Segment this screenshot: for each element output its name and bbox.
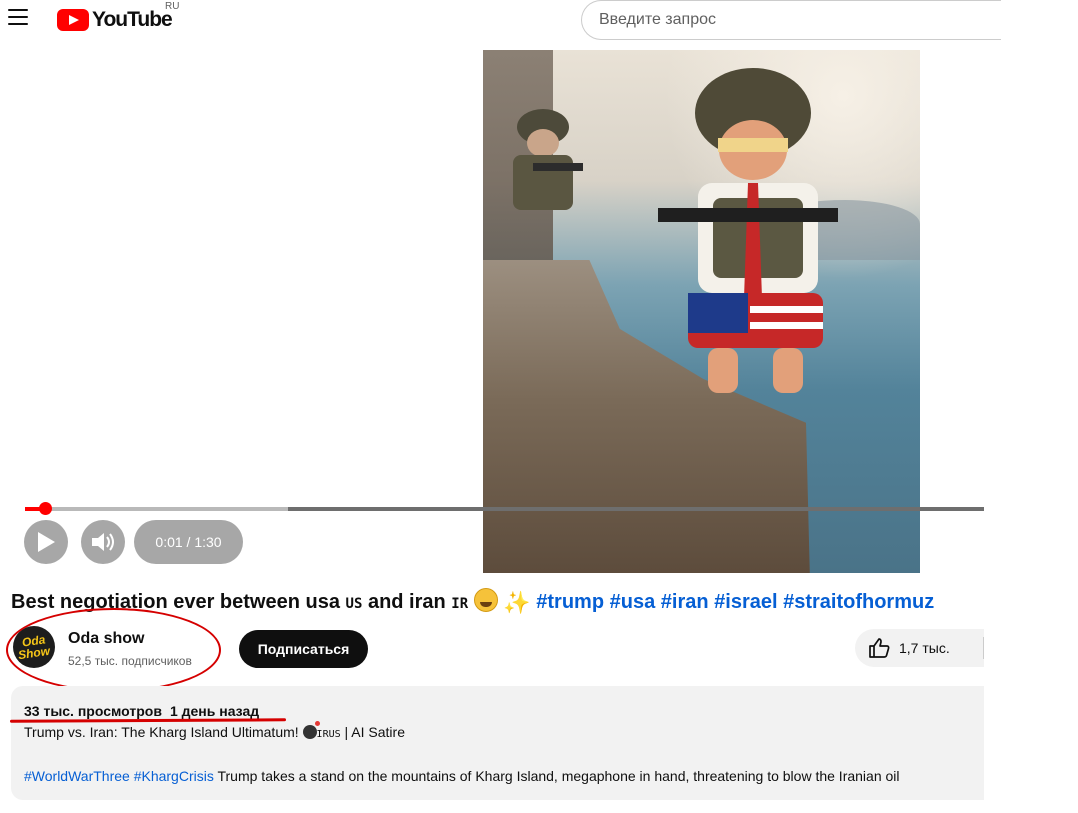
hashtag-link[interactable]: #usa [610,591,656,613]
search-input[interactable]: Введите запрос [581,0,1001,40]
video-figure-left [513,109,583,210]
video-figure-main [658,68,838,393]
logo-text: YouTube [92,8,173,31]
laughing-emoji-icon [473,588,498,612]
hashtag-link[interactable]: #iran [661,591,709,613]
thumbs-up-icon [869,638,890,658]
description-flags: IRUS [316,729,341,740]
description-line-2: #WorldWarThree #KhargCrisis Trump takes … [24,768,984,784]
channel-name[interactable]: Oda show [68,630,144,648]
description-text-c: Trump takes a stand on the mountains of … [213,768,900,784]
video-player[interactable]: 0:01 / 1:30 [0,42,984,582]
description-text-a: Trump vs. Iran: The Kharg Island Ultimat… [24,724,303,740]
country-code: RU [165,1,180,12]
progress-bar[interactable] [25,502,984,515]
description-box[interactable]: 33 тыс. просмотров 1 день назад Trump vs.… [11,686,984,800]
title-text-2: and iran [362,591,452,613]
search-placeholder: Введите запрос [599,11,716,28]
title-flag-us: US [345,596,363,612]
upload-date: 1 день назад [169,703,260,719]
bomb-emoji-icon [302,721,320,739]
sparkles-emoji-icon: ✨ [503,590,531,615]
like-count: 1,7 тыс. [899,640,950,656]
description-text-b: | AI Satire [340,724,405,740]
view-count: 33 тыс. просмотров [24,703,162,719]
play-button[interactable] [24,520,68,564]
hashtag-link[interactable]: #straitofhormuz [783,591,934,613]
progress-buffered [25,507,288,511]
video-frame[interactable] [483,50,920,573]
play-icon [38,532,55,552]
channel-avatar[interactable]: Oda Show [13,626,55,668]
progress-scrubber[interactable] [39,502,52,515]
play-logo-icon [57,9,89,31]
hashtag-link[interactable]: #WorldWarThree [24,768,130,784]
volume-icon [92,533,114,551]
description-line-1: Trump vs. Iran: The Kharg Island Ultimat… [24,721,405,740]
youtube-logo[interactable]: YouTube [57,8,173,32]
subscribe-button[interactable]: Подписаться [239,630,368,668]
title-text-1: Best negotiation ever between usa [11,591,346,613]
like-dislike-divider [983,637,984,659]
avatar-text-2: Show [17,643,51,663]
hashtag-link[interactable]: #KhargCrisis [134,768,214,784]
like-button[interactable]: 1,7 тыс. [855,629,984,667]
hashtag-link[interactable]: #trump [536,591,604,613]
volume-button[interactable] [81,520,125,564]
menu-icon[interactable] [8,9,28,27]
title-flag-ir: IR [451,596,469,612]
video-title: Best negotiation ever between usa US and… [11,588,934,616]
time-display[interactable]: 0:01 / 1:30 [134,520,243,564]
hashtag-link[interactable]: #israel [714,591,777,613]
subscriber-count: 52,5 тыс. подписчиков [68,654,192,668]
description-meta: 33 тыс. просмотров 1 день назад [24,703,259,719]
